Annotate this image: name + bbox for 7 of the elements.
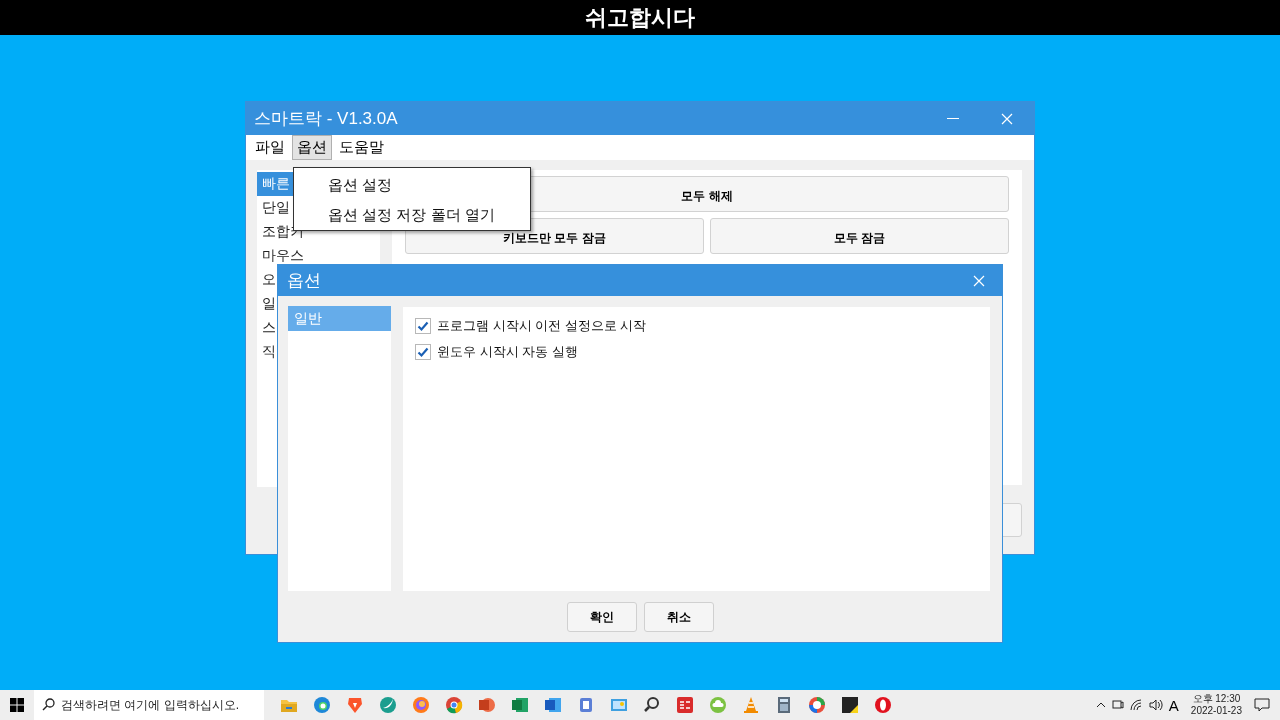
banner-title: 쉬고합시다 [585, 3, 695, 32]
checkbox-label: 윈도우 시작시 자동 실행 [437, 343, 578, 361]
dialog-title: 옵션 [287, 270, 322, 292]
clock-time: 오후 12:30 [1192, 693, 1241, 705]
clock-date: 2022-01-23 [1190, 705, 1242, 717]
window-title: 스마트락 - V1.3.0A [254, 108, 399, 130]
checkbox-label: 프로그램 시작시 이전 설정으로 시작 [437, 317, 647, 335]
